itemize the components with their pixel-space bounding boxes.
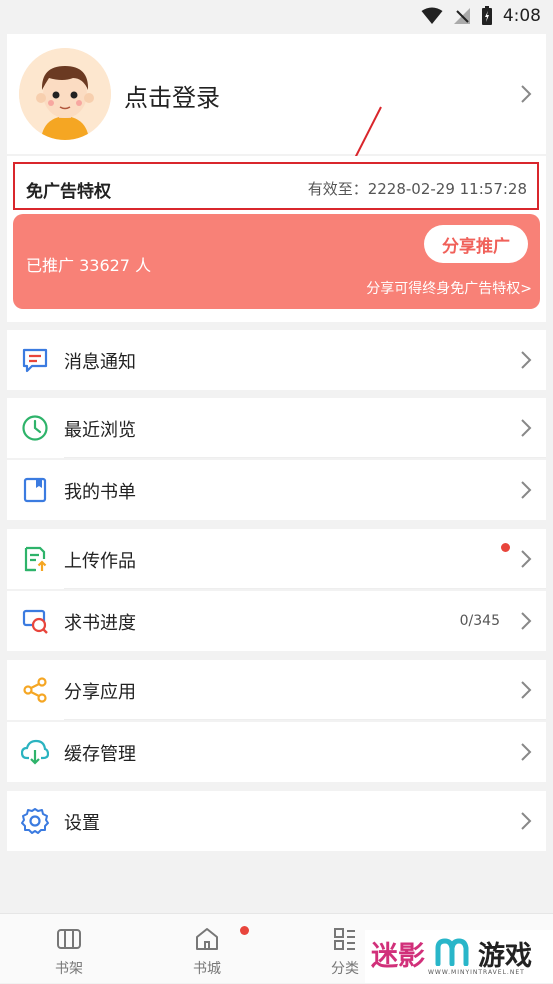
booklist-icon	[23, 477, 47, 503]
request-progress-count: 0/345	[459, 613, 500, 629]
menu-label: 求书进度	[64, 613, 136, 634]
chevron-right-icon	[521, 419, 532, 437]
menu-item-share-app[interactable]: 分享应用	[7, 660, 546, 720]
upload-doc-icon	[24, 546, 47, 572]
chevron-right-icon	[521, 550, 532, 568]
chevron-right-icon	[521, 481, 532, 499]
divider	[64, 457, 546, 458]
status-bar: 4:08	[0, 0, 553, 32]
profile-card[interactable]: 点击登录	[7, 34, 546, 170]
new-badge-dot	[501, 543, 510, 552]
wifi-icon	[421, 7, 443, 24]
ad-free-card: 免广告特权 有效至：2228-02-29 11:57:28 已推广 33627 …	[7, 156, 546, 322]
clock-time: 4:08	[502, 6, 541, 26]
menu-item-request-progress[interactable]: 求书进度 0/345	[7, 591, 546, 651]
promoted-count: 已推广 33627 人	[26, 256, 152, 275]
tab-bookstore[interactable]: 书城	[138, 914, 276, 984]
login-link[interactable]: 点击登录	[124, 78, 220, 113]
share-tip-link[interactable]: 分享可得终身免广告特权>	[366, 278, 532, 298]
ad-free-expiry: 有效至：2228-02-29 11:57:28	[307, 180, 527, 198]
no-signal-icon	[453, 8, 470, 24]
chevron-right-icon	[521, 351, 532, 369]
chevron-right-icon	[521, 743, 532, 761]
ad-free-header: 免广告特权 有效至：2228-02-29 11:57:28	[13, 162, 539, 210]
ad-free-title: 免广告特权	[26, 182, 111, 202]
chevron-right-icon	[521, 85, 532, 103]
menu-label: 缓存管理	[64, 744, 136, 765]
share-promote-button[interactable]: 分享推广	[424, 225, 528, 263]
watermark-logo: 迷影 游戏 WWW.MINYINTRAVEL.NET	[365, 930, 553, 983]
gear-icon	[21, 808, 49, 834]
menu-label: 最近浏览	[64, 420, 136, 441]
chevron-right-icon	[521, 612, 532, 630]
menu-item-settings[interactable]: 设置	[7, 791, 546, 851]
clock-icon	[22, 415, 48, 441]
bookstore-badge-dot	[240, 926, 249, 935]
watermark-brand-right: 游戏	[478, 941, 532, 972]
menu-label: 消息通知	[64, 352, 136, 373]
divider	[64, 719, 546, 720]
home-icon	[196, 928, 218, 950]
watermark-m-icon	[435, 938, 469, 966]
watermark-brand-left: 迷影	[371, 941, 425, 972]
bookshelf-icon	[57, 929, 81, 949]
menu-label: 设置	[64, 813, 100, 834]
category-icon	[334, 928, 355, 950]
message-icon	[22, 348, 48, 373]
share-icon	[23, 677, 47, 703]
search-book-icon	[22, 609, 48, 634]
chevron-right-icon	[521, 812, 532, 830]
cloud-download-icon	[21, 739, 49, 765]
menu-label: 分享应用	[64, 682, 136, 703]
battery-charging-icon	[481, 6, 492, 25]
watermark-url: WWW.MINYINTRAVEL.NET	[428, 969, 525, 976]
tab-label: 书架	[55, 961, 83, 977]
menu-item-cache[interactable]: 缓存管理	[7, 722, 546, 782]
avatar[interactable]	[19, 48, 111, 140]
divider	[64, 588, 546, 589]
menu-item-notifications[interactable]: 消息通知	[7, 330, 546, 390]
chevron-right-icon	[521, 681, 532, 699]
avatar-illustration-icon	[19, 48, 111, 140]
menu-item-booklist[interactable]: 我的书单	[7, 460, 546, 520]
menu-item-recent[interactable]: 最近浏览	[7, 398, 546, 458]
promotion-banner: 已推广 33627 人 分享推广 分享可得终身免广告特权>	[13, 214, 540, 309]
menu-item-upload[interactable]: 上传作品	[7, 529, 546, 589]
tab-bookshelf[interactable]: 书架	[0, 914, 138, 984]
menu-label: 我的书单	[64, 482, 136, 503]
menu-label: 上传作品	[64, 551, 136, 572]
tab-label: 书城	[193, 961, 221, 977]
